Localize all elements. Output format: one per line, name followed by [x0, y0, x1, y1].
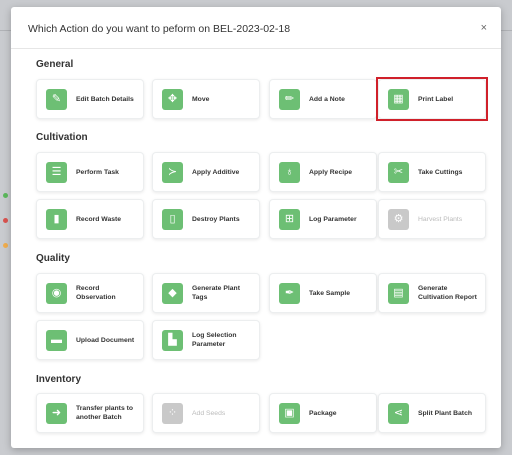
eye-icon: ◉ — [46, 283, 67, 304]
document-icon: ▬ — [46, 330, 67, 351]
pipette-icon: ✒ — [279, 283, 300, 304]
action-label: Split Plant Batch — [418, 409, 473, 417]
seeds-icon: ⁘ — [162, 403, 183, 424]
tag-icon: ◆ — [162, 283, 183, 304]
scissors-icon: ✂ — [388, 162, 409, 183]
action-label: Add a Note — [309, 95, 345, 103]
modal-header-divider — [11, 48, 501, 49]
add-note-button[interactable]: ✏ Add a Note — [269, 79, 377, 119]
list-icon: ☰ — [46, 162, 67, 183]
arrow-right-icon: ➜ — [46, 403, 67, 424]
destroy-plants-button[interactable]: ▯ Destroy Plants — [152, 199, 260, 239]
section-title-cultivation: Cultivation — [36, 132, 88, 143]
action-label: Transfer plants to another Batch — [76, 405, 134, 421]
take-sample-button[interactable]: ✒ Take Sample — [269, 273, 377, 313]
edit-icon: ✎ — [46, 89, 67, 110]
action-label: Upload Document — [76, 336, 135, 344]
split-plant-batch-button[interactable]: ⋖ Split Plant Batch — [378, 393, 486, 433]
report-icon: ▤ — [388, 283, 409, 304]
action-label: Destroy Plants — [192, 215, 240, 223]
transfer-plants-button[interactable]: ➜ Transfer plants to another Batch — [36, 393, 144, 433]
action-label: Harvest Plants — [418, 215, 463, 223]
generate-cultivation-report-button[interactable]: ▤ Generate Cultivation Report — [378, 273, 486, 313]
upload-document-button[interactable]: ▬ Upload Document — [36, 320, 144, 360]
selection-highlight — [376, 77, 488, 121]
action-label: Log Parameter — [309, 215, 357, 223]
perform-task-button[interactable]: ☰ Perform Task — [36, 152, 144, 192]
bag-icon: ♁ — [279, 162, 300, 183]
section-title-inventory: Inventory — [36, 374, 82, 385]
package-icon: ▣ — [279, 403, 300, 424]
record-observation-button[interactable]: ◉ Record Observation — [36, 273, 144, 313]
action-label: Apply Additive — [192, 168, 240, 176]
edit-batch-details-button[interactable]: ✎ Edit Batch Details — [36, 79, 144, 119]
log-parameter-button[interactable]: ⊞ Log Parameter — [269, 199, 377, 239]
trash-bin-icon: ▯ — [162, 209, 183, 230]
harvest-plants-button[interactable]: ⚙ Harvest Plants — [378, 199, 486, 239]
action-label: Generate Plant Tags — [192, 285, 240, 301]
apply-additive-button[interactable]: ≻ Apply Additive — [152, 152, 260, 192]
selection-icon: ▙ — [162, 330, 183, 351]
background-status-dot — [3, 218, 8, 223]
background-status-dot — [3, 243, 8, 248]
section-title-quality: Quality — [36, 253, 70, 264]
section-title-general: General — [36, 59, 74, 70]
action-label: Edit Batch Details — [76, 95, 134, 103]
move-button[interactable]: ✥ Move — [152, 79, 260, 119]
tractor-icon: ⚙ — [388, 209, 409, 230]
action-label: Take Sample — [309, 289, 351, 297]
fish-icon: ≻ — [162, 162, 183, 183]
record-waste-button[interactable]: ▮ Record Waste — [36, 199, 144, 239]
action-label: Take Cuttings — [418, 168, 463, 176]
generate-plant-tags-button[interactable]: ◆ Generate Plant Tags — [152, 273, 260, 313]
action-modal: Which Action do you want to peform on BE… — [11, 7, 501, 448]
action-label: Log Selection Parameter — [192, 332, 237, 348]
action-label: Move — [192, 95, 210, 103]
action-label: Apply Recipe — [309, 168, 353, 176]
log-selection-parameter-button[interactable]: ▙ Log Selection Parameter — [152, 320, 260, 360]
action-label: Perform Task — [76, 168, 119, 176]
table-icon: ⊞ — [279, 209, 300, 230]
package-button[interactable]: ▣ Package — [269, 393, 377, 433]
action-label: Generate Cultivation Report — [418, 285, 477, 301]
take-cuttings-button[interactable]: ✂ Take Cuttings — [378, 152, 486, 192]
move-icon: ✥ — [162, 89, 183, 110]
pencil-icon: ✏ — [279, 89, 300, 110]
split-icon: ⋖ — [388, 403, 409, 424]
close-icon[interactable]: × — [481, 22, 487, 34]
background-status-dot — [3, 193, 8, 198]
trash-icon: ▮ — [46, 209, 67, 230]
action-label: Package — [309, 409, 337, 417]
action-label: Record Observation — [76, 285, 116, 301]
apply-recipe-button[interactable]: ♁ Apply Recipe — [269, 152, 377, 192]
action-label: Record Waste — [76, 215, 122, 223]
add-seeds-button[interactable]: ⁘ Add Seeds — [152, 393, 260, 433]
modal-title: Which Action do you want to peform on BE… — [28, 23, 291, 35]
action-label: Add Seeds — [192, 409, 226, 417]
